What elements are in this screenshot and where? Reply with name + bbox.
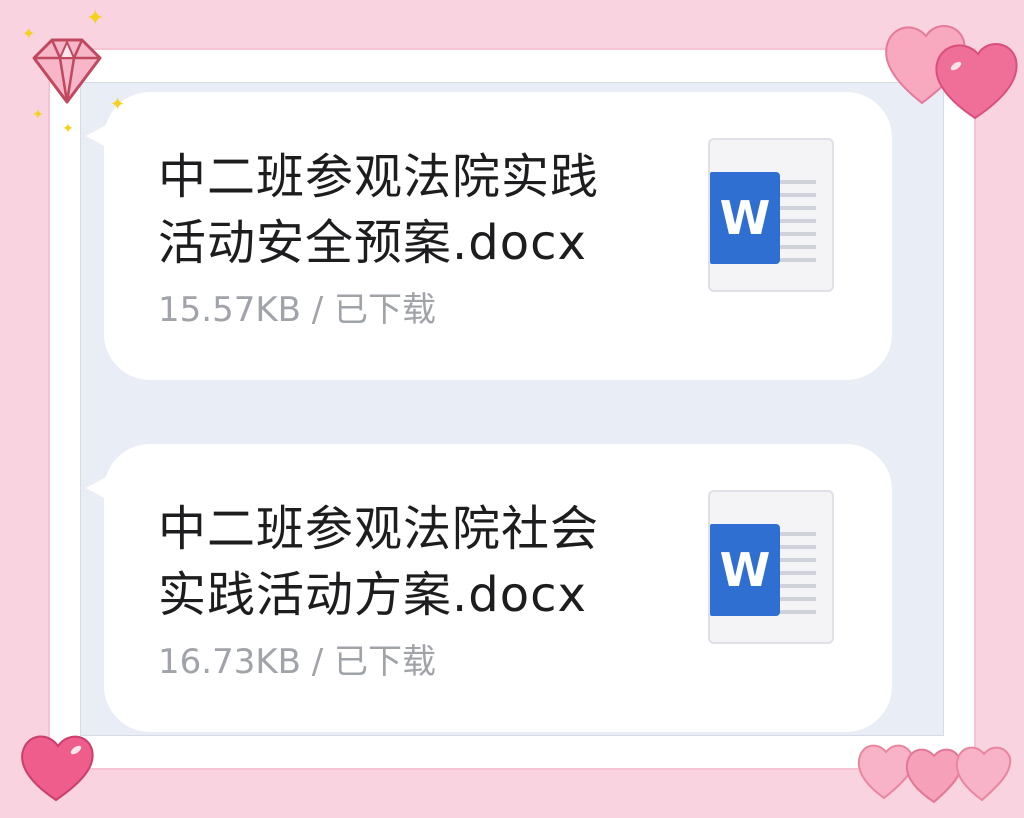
sparkle-icon: ✦	[62, 121, 74, 137]
file-name: 中二班参观法院实践 活动安全预案.docx	[158, 144, 658, 276]
doc-lines	[776, 180, 816, 271]
word-doc-icon: W	[708, 490, 834, 644]
bubble-tail	[86, 476, 108, 500]
sparkle-icon: ✦	[86, 6, 105, 31]
heart-icon	[857, 744, 1012, 804]
bubble-tail	[86, 124, 108, 148]
file-message-bubble[interactable]: 中二班参观法院社会 实践活动方案.docx 16.73KB / 已下载 W	[86, 444, 892, 732]
file-size-status: 15.57KB / 已下载	[158, 290, 437, 330]
sparkle-icon: ✦	[22, 24, 36, 43]
file-name-line1: 中二班参观法院社会	[158, 501, 600, 557]
sparkle-icon: ✦	[110, 94, 126, 115]
heart-icon	[885, 25, 1018, 120]
diamond-icon	[32, 38, 102, 104]
file-name-line1: 中二班参观法院实践	[158, 149, 600, 205]
sparkle-icon: ✦	[32, 107, 44, 123]
word-doc-icon: W	[708, 138, 834, 292]
word-badge: W	[710, 524, 780, 616]
file-size-status: 16.73KB / 已下载	[158, 642, 437, 682]
file-name-line2: 实践活动方案.docx	[158, 567, 587, 623]
file-name: 中二班参观法院社会 实践活动方案.docx	[158, 496, 658, 628]
doc-lines	[776, 532, 816, 623]
word-badge: W	[710, 172, 780, 264]
file-message-bubble[interactable]: 中二班参观法院实践 活动安全预案.docx 15.57KB / 已下载 W	[86, 92, 892, 380]
heart-icon	[21, 735, 94, 802]
file-name-line2: 活动安全预案.docx	[158, 215, 587, 271]
